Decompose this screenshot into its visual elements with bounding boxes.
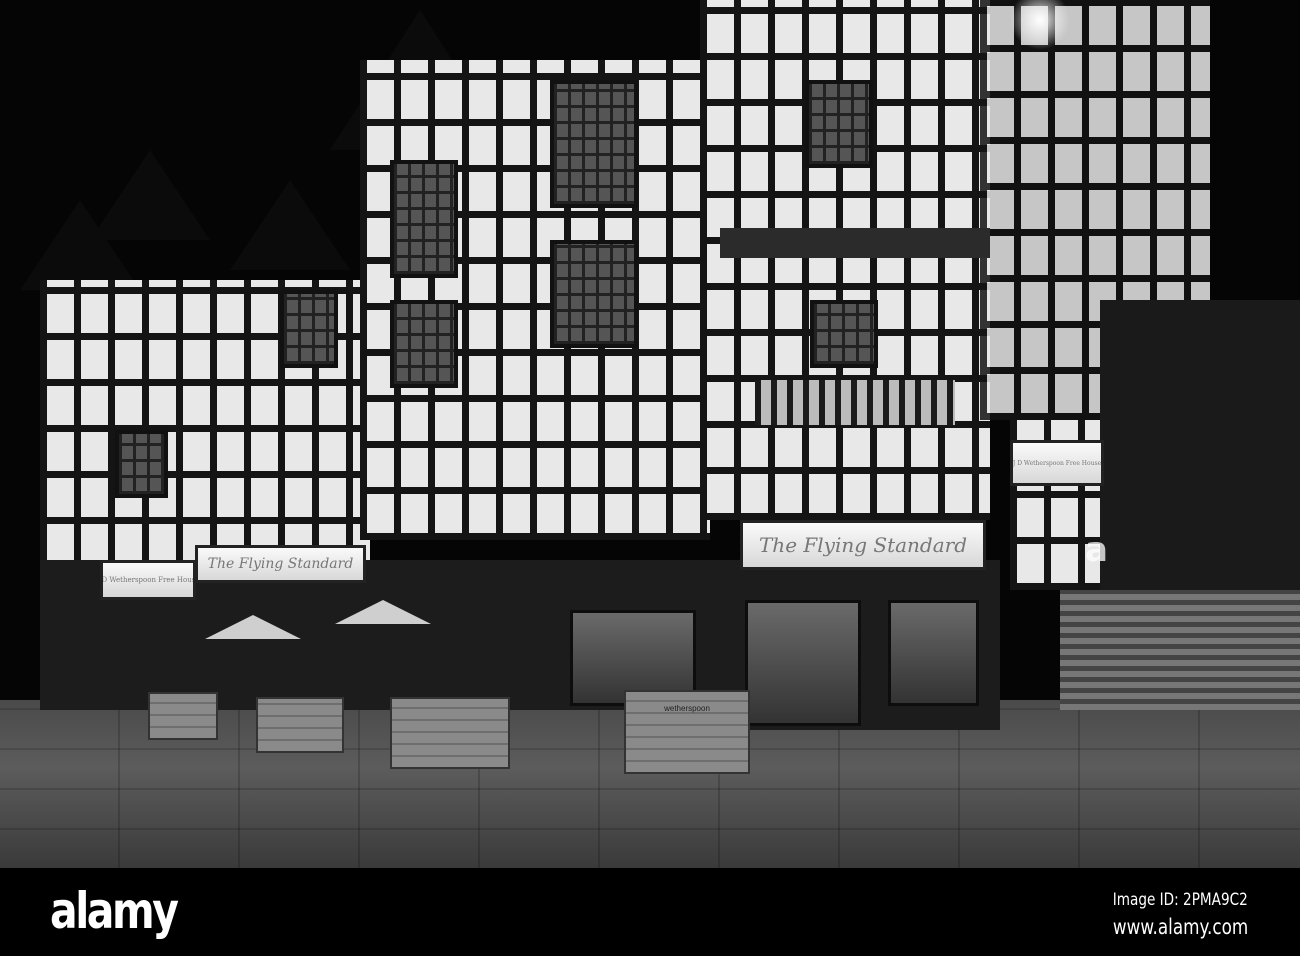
planter (390, 697, 510, 769)
balcony-balustrade (755, 380, 955, 425)
stone-steps (1060, 590, 1240, 710)
parasol (335, 600, 431, 624)
bay-window (390, 300, 458, 388)
porch-roof (720, 228, 990, 258)
pub-sign-main: The Flying Standard (740, 520, 986, 570)
gable-roof (90, 150, 210, 240)
gable-roof (230, 180, 350, 270)
parasol (205, 615, 301, 639)
bay-window (390, 160, 458, 278)
stock-photo-page: The Flying Standard The Flying Standard … (0, 0, 1300, 956)
corner-freehouse-sign: J D Wetherspoon Free House (1010, 440, 1104, 486)
planter (148, 692, 218, 740)
building-side (1100, 300, 1300, 600)
photo-tudor-pub-night: The Flying Standard The Flying Standard … (0, 0, 1300, 868)
pub-door (745, 600, 861, 726)
planter: wetherspoon (624, 690, 750, 774)
freehouse-sign: J D Wetherspoon Free House (100, 560, 196, 600)
site-url: www.alamy.com (1112, 915, 1248, 939)
image-id: Image ID: 2PMA9C2 (1113, 890, 1248, 910)
planter-label: wetherspoon (664, 704, 710, 713)
alamy-logo: alamy (50, 882, 179, 940)
window (115, 430, 168, 498)
window (810, 300, 878, 368)
planter (256, 697, 344, 753)
pub-sign-left: The Flying Standard (195, 545, 366, 583)
bay-window (550, 240, 638, 348)
timber-facade-corner (700, 0, 990, 520)
footer-bar: alamy Image ID: 2PMA9C2 www.alamy.com (0, 868, 1300, 956)
stone-steps (1240, 590, 1300, 710)
watermark-glyph: a (1085, 530, 1108, 570)
window (280, 290, 338, 368)
window (805, 80, 873, 168)
pub-window (888, 600, 979, 706)
bay-window (550, 80, 638, 208)
